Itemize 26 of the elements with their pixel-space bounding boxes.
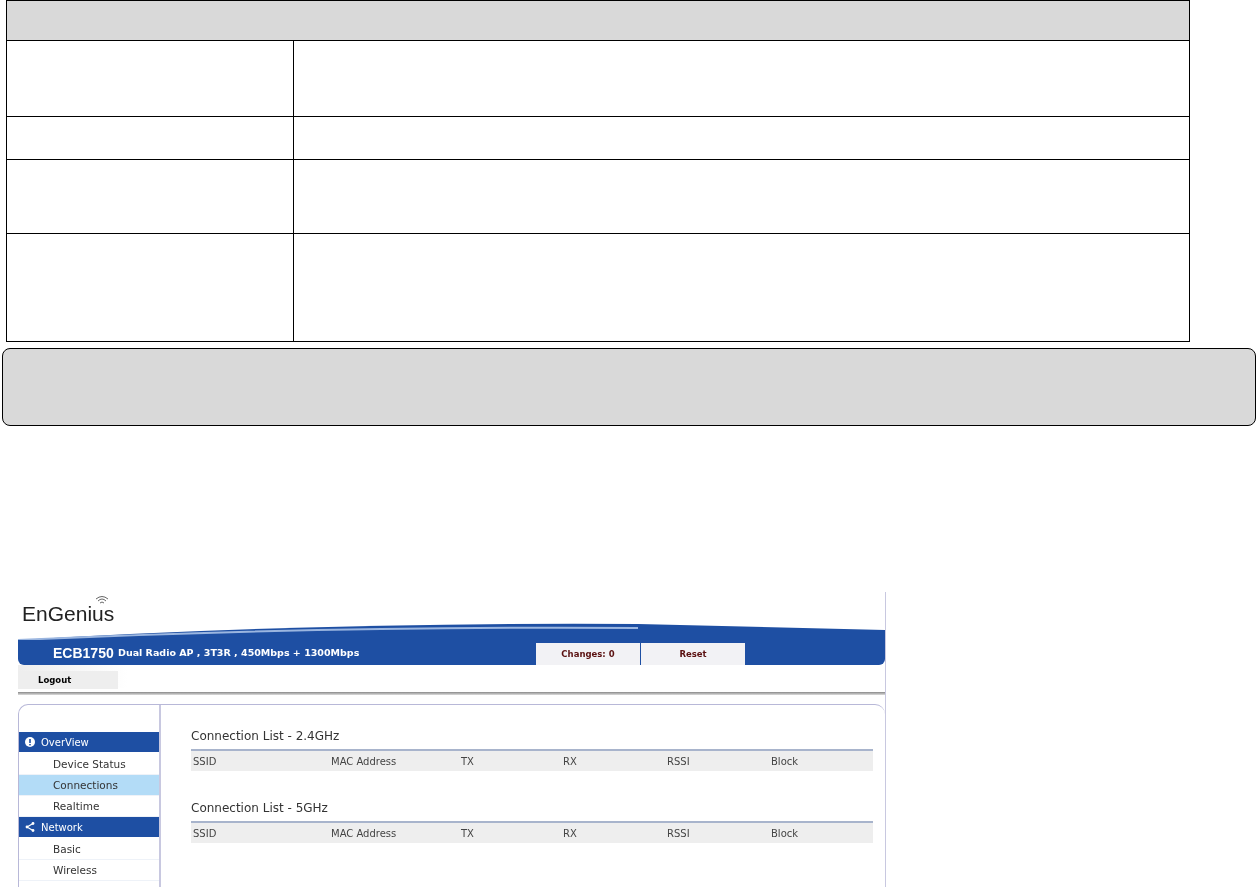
- column-header: TX: [460, 827, 475, 839]
- sidebar-section-header[interactable]: Network: [19, 817, 159, 837]
- column-header: MAC Address: [330, 755, 398, 767]
- column-header: RX: [562, 755, 578, 767]
- sidebar-item[interactable]: Basic: [19, 839, 159, 860]
- column-header: SSID: [192, 755, 218, 767]
- model-name: ECB1750: [52, 644, 115, 661]
- section-title: Connection List - 5GHz: [191, 801, 329, 817]
- sidebar-item[interactable]: Wireless: [19, 860, 159, 881]
- column-header: RSSI: [666, 755, 691, 767]
- sidebar-section-header[interactable]: OverView: [19, 732, 159, 752]
- column-header: RX: [562, 827, 578, 839]
- column-header: RSSI: [666, 827, 691, 839]
- column-header: Block: [770, 755, 800, 767]
- changes-button[interactable]: Changes: 0: [536, 643, 640, 665]
- device-description: Dual Radio AP , 3T3R , 450Mbps + 1300Mbps: [118, 647, 361, 658]
- sidebar-item[interactable]: Connections: [19, 775, 159, 796]
- column-header: TX: [460, 755, 475, 767]
- logout-button[interactable]: Logout: [18, 671, 118, 689]
- column-header: MAC Address: [330, 827, 398, 839]
- column-header: SSID: [192, 827, 218, 839]
- reset-button[interactable]: Reset: [641, 643, 745, 665]
- section-title: Connection List - 2.4GHz: [191, 729, 341, 745]
- share-icon: [25, 822, 35, 832]
- column-header: Block: [770, 827, 800, 839]
- info-icon: [25, 737, 35, 747]
